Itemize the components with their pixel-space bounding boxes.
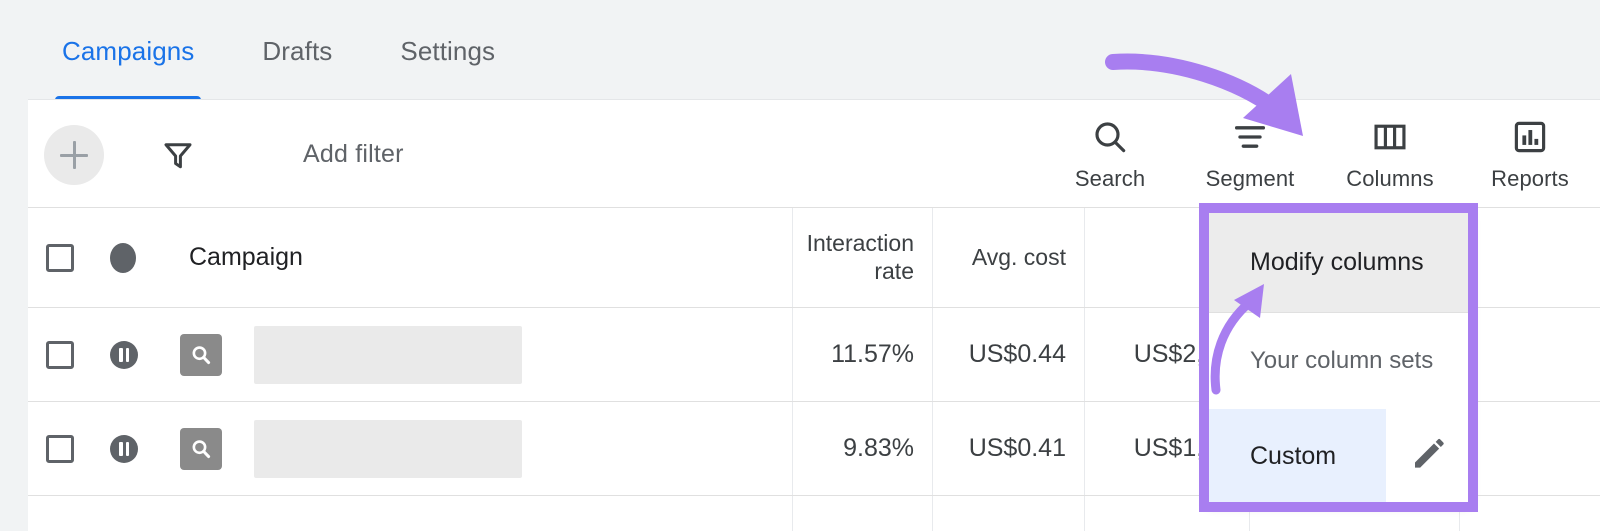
menu-item-modify-columns[interactable]: Modify columns [1208, 212, 1470, 313]
header-interaction-rate-label: Interaction rate [806, 230, 914, 284]
columns-dropdown-menu: Modify columns Your column sets Custom [1208, 212, 1470, 504]
search-icon [1090, 116, 1130, 158]
row-interaction-rate: 11.57% [793, 308, 933, 401]
header-campaign-label: Campaign [189, 243, 303, 271]
search-campaign-icon [180, 427, 222, 470]
menu-item-custom-label: Custom [1250, 442, 1337, 470]
menu-item-modify-columns-label: Modify columns [1250, 247, 1424, 276]
pause-icon[interactable] [110, 340, 138, 369]
row-campaign-cell [28, 496, 793, 531]
tab-settings[interactable]: Settings [366, 0, 529, 103]
toolbar-reports-label: Reports [1491, 166, 1569, 191]
pause-icon[interactable] [110, 434, 138, 463]
toolbar-columns-label: Columns [1346, 166, 1434, 191]
row-avg-cost: US$0.41 [933, 402, 1085, 495]
toolbar-search[interactable]: Search [1040, 100, 1180, 192]
row-campaign-cell [28, 402, 793, 495]
edit-column-set-button[interactable] [1386, 434, 1470, 479]
row-avg-cost: US$0.44 [933, 308, 1085, 401]
row-checkbox[interactable] [46, 434, 74, 463]
toolbar-segment-label: Segment [1205, 166, 1295, 191]
toolbar-segment[interactable]: Segment [1180, 100, 1320, 192]
filter-icon[interactable] [160, 138, 196, 174]
search-campaign-icon [180, 333, 222, 376]
status-dot-icon [110, 242, 136, 273]
campaign-name-redacted [254, 325, 522, 384]
menu-section-your-column-sets: Your column sets [1208, 313, 1470, 409]
row-interaction-rate: 9.83% [793, 402, 933, 495]
reports-icon [1511, 116, 1549, 158]
header-interaction-rate[interactable]: Interaction rate [793, 208, 933, 307]
table-toolbar: Add filter Search Segment Columns Report… [28, 100, 1600, 208]
tab-settings-label: Settings [400, 36, 496, 66]
toolbar-reports[interactable]: Reports [1460, 100, 1600, 192]
pencil-icon [1408, 434, 1448, 479]
add-filter-button[interactable]: Add filter [303, 140, 404, 169]
row-interaction-rate [793, 496, 933, 531]
row-campaign-cell [28, 308, 793, 401]
tab-drafts-label: Drafts [262, 36, 333, 66]
header-avg-cost[interactable]: Avg. cost [933, 208, 1085, 307]
toolbar-columns[interactable]: Columns [1320, 100, 1460, 192]
row-avg-cost [933, 496, 1085, 531]
campaign-name-redacted [254, 419, 522, 478]
menu-item-custom[interactable]: Custom [1208, 409, 1386, 504]
tab-list: Campaigns Drafts Settings [28, 0, 529, 103]
tab-campaigns[interactable]: Campaigns [28, 0, 228, 103]
header-avg-cost-label: Avg. cost [971, 243, 1066, 270]
row-checkbox[interactable] [46, 340, 74, 369]
toolbar-actions: Search Segment Columns Reports [1040, 100, 1600, 208]
segment-icon [1230, 116, 1270, 158]
screen-root: Campaigns Drafts Settings Add filter Sea… [0, 0, 1600, 531]
select-all-checkbox[interactable] [46, 243, 74, 272]
tab-drafts[interactable]: Drafts [228, 0, 366, 103]
add-campaign-button[interactable] [44, 125, 104, 185]
menu-item-custom-row[interactable]: Custom [1208, 409, 1470, 504]
toolbar-search-label: Search [1074, 166, 1146, 191]
columns-icon [1371, 116, 1409, 158]
tab-bar: Campaigns Drafts Settings [0, 0, 1600, 103]
header-campaign-cell: Campaign [28, 208, 793, 307]
menu-section-label: Your column sets [1250, 347, 1434, 374]
tab-campaigns-label: Campaigns [62, 36, 195, 66]
